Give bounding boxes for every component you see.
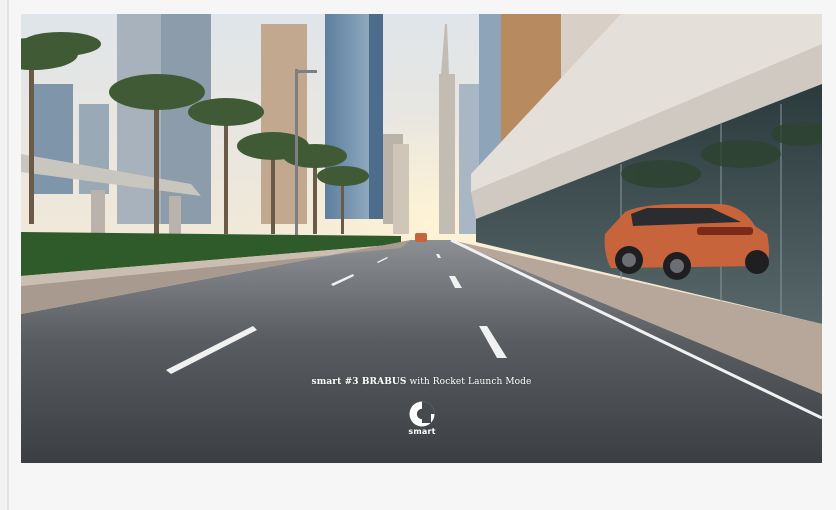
ad-scene-image — [21, 14, 822, 463]
smart-logo-icon — [409, 401, 435, 427]
caption-model: smart #3 BRABUS — [311, 377, 407, 387]
caption-tagline: with Rocket Launch Mode — [409, 377, 532, 387]
ad-caption: smart #3 BRABUS with Rocket Launch Mode — [21, 377, 822, 387]
ad-banner[interactable]: smart #3 BRABUS with Rocket Launch Mode … — [21, 14, 822, 463]
brand-logo[interactable]: smart — [407, 400, 437, 440]
logo-wordmark: smart — [408, 427, 436, 436]
